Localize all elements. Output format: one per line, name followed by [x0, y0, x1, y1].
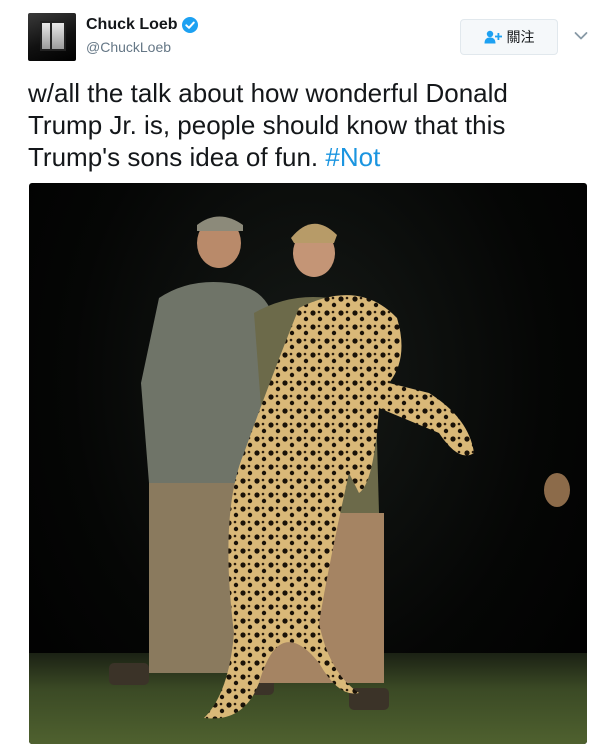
- hunting-photo-graphic: [109, 216, 570, 719]
- tweet-body: w/all the talk about how wonderful Donal…: [28, 78, 508, 172]
- chevron-down-icon[interactable]: [574, 28, 588, 46]
- tweet-text: w/all the talk about how wonderful Donal…: [28, 77, 588, 173]
- display-name[interactable]: Chuck Loeb: [86, 16, 178, 34]
- avatar-window-graphic: [40, 21, 66, 51]
- verified-badge-icon: [181, 17, 198, 33]
- avatar[interactable]: [28, 13, 76, 61]
- follow-button[interactable]: 關注: [460, 19, 558, 55]
- tweet-photo[interactable]: [29, 183, 587, 744]
- user-name-row[interactable]: Chuck Loeb: [86, 16, 198, 34]
- hashtag-link[interactable]: #Not: [325, 142, 380, 172]
- add-user-icon: [484, 30, 502, 44]
- user-handle[interactable]: @ChuckLoeb: [86, 39, 171, 55]
- tweet-card: Chuck Loeb @ChuckLoeb 關注 w/all the talk …: [0, 0, 614, 755]
- follow-button-label: 關注: [506, 29, 535, 45]
